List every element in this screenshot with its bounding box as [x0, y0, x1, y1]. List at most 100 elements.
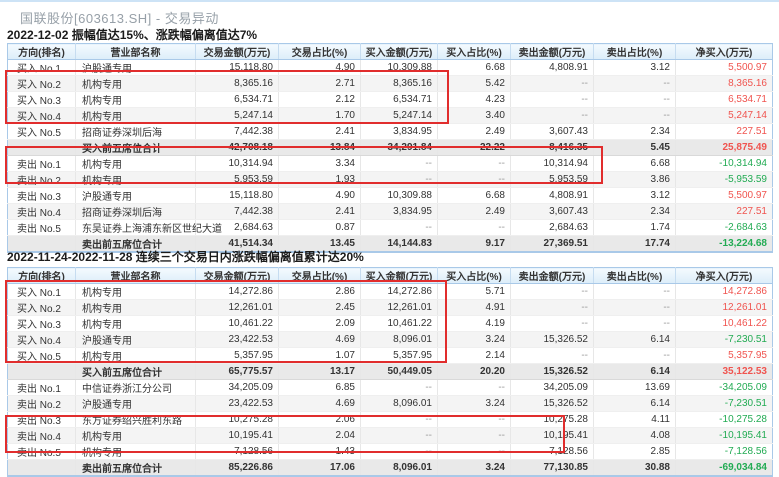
value-cell: 50,449.05 [361, 364, 438, 380]
net-buy-cell: -13,224.68 [676, 236, 773, 253]
net-buy-cell: 35,122.53 [676, 364, 773, 380]
value-cell: -- [511, 348, 594, 364]
value-cell: 77,130.85 [511, 460, 594, 477]
table-row: 卖出 No.4招商证券深圳后海7,442.382.413,834.952.493… [8, 204, 773, 220]
net-buy-cell: 12,261.01 [676, 300, 773, 316]
branch-name-cell: 中信证券浙江分公司 [76, 380, 196, 396]
value-cell: -- [511, 316, 594, 332]
value-cell: 3.24 [438, 460, 511, 477]
value-cell: 4.69 [279, 396, 361, 412]
value-cell: 6.14 [594, 396, 676, 412]
column-header: 买入占比(%) [438, 268, 511, 284]
value-cell: 13.17 [279, 364, 361, 380]
column-header: 卖出金额(万元) [511, 44, 594, 60]
value-cell: 85,226.86 [196, 460, 279, 477]
value-cell: 10,309.88 [361, 188, 438, 204]
value-cell: 2.49 [438, 124, 511, 140]
value-cell: -- [594, 76, 676, 92]
branch-name-cell: 沪股通专用 [76, 188, 196, 204]
value-cell: -- [594, 300, 676, 316]
value-cell: 6.85 [279, 380, 361, 396]
value-cell: 6.68 [594, 156, 676, 172]
value-cell: 4,808.91 [511, 188, 594, 204]
top-divider-bar [0, 0, 779, 2]
table-row: 卖出 No.2沪股通专用23,422.534.698,096.013.2415,… [8, 396, 773, 412]
value-cell: -- [594, 92, 676, 108]
direction-rank-cell [8, 364, 76, 380]
value-cell: 20.20 [438, 364, 511, 380]
net-buy-cell: 10,461.22 [676, 316, 773, 332]
net-buy-cell: -2,684.63 [676, 220, 773, 236]
column-header: 卖出占比(%) [594, 268, 676, 284]
value-cell: -- [361, 380, 438, 396]
total-row: 买入前五席位合计65,775.5713.1750,449.0520.2015,3… [8, 364, 773, 380]
highlight-box-table2-buy-rows-1-5 [5, 280, 447, 363]
net-buy-cell: -69,034.84 [676, 460, 773, 477]
highlight-box-table1-sell-rows-1-2 [5, 146, 603, 184]
value-cell: 23,422.53 [196, 396, 279, 412]
section-heading-2: 2022-11-24-2022-11-28 连续三个交易日内涨跌幅偏离值累计达2… [7, 248, 364, 265]
value-cell: 15,326.52 [511, 364, 594, 380]
net-buy-cell: 25,875.49 [676, 140, 773, 156]
net-buy-cell: -10,195.41 [676, 428, 773, 444]
column-header: 方向(排名) [8, 44, 76, 60]
value-cell: -- [511, 300, 594, 316]
value-cell: -- [438, 220, 511, 236]
value-cell: -- [511, 284, 594, 300]
value-cell: -- [438, 380, 511, 396]
value-cell: 15,326.52 [511, 396, 594, 412]
value-cell: 4,808.91 [511, 60, 594, 76]
value-cell: 3.24 [438, 332, 511, 348]
value-cell: 34,205.09 [196, 380, 279, 396]
highlight-box-table1-buy-rows-2-4 [5, 70, 449, 124]
net-buy-cell: -10,275.28 [676, 412, 773, 428]
value-cell: 17.06 [279, 460, 361, 477]
net-buy-cell: 8,365.16 [676, 76, 773, 92]
direction-rank-cell: 卖出 No.2 [8, 396, 76, 412]
total-row: 卖出前五席位合计85,226.8617.068,096.013.2477,130… [8, 460, 773, 477]
net-buy-cell: -10,314.94 [676, 156, 773, 172]
highlight-box-table2-sell-rows-4-5 [5, 415, 565, 453]
net-buy-cell: 6,534.71 [676, 92, 773, 108]
value-cell: 14,144.83 [361, 236, 438, 253]
table-row: 卖出 No.1中信证券浙江分公司34,205.096.85----34,205.… [8, 380, 773, 396]
value-cell: 7,442.38 [196, 204, 279, 220]
column-header: 买入占比(%) [438, 44, 511, 60]
column-header: 买入金额(万元) [361, 44, 438, 60]
value-cell: 9.17 [438, 236, 511, 253]
net-buy-cell: 227.51 [676, 204, 773, 220]
value-cell: -- [594, 108, 676, 124]
value-cell: 8,096.01 [361, 396, 438, 412]
direction-rank-cell: 卖出 No.1 [8, 380, 76, 396]
value-cell: 2.34 [594, 204, 676, 220]
value-cell: 4.11 [594, 412, 676, 428]
value-cell: 2,684.63 [511, 220, 594, 236]
value-cell: 15,326.52 [511, 332, 594, 348]
value-cell: 4.90 [279, 188, 361, 204]
table-row: 卖出 No.5东吴证券上海浦东新区世纪大道2,684.630.87----2,6… [8, 220, 773, 236]
net-buy-cell: 5,500.97 [676, 60, 773, 76]
value-cell: 0.87 [279, 220, 361, 236]
value-cell: 3,834.95 [361, 124, 438, 140]
value-cell: -- [594, 348, 676, 364]
column-header: 卖出占比(%) [594, 44, 676, 60]
value-cell: 3.12 [594, 60, 676, 76]
net-buy-cell: -34,205.09 [676, 380, 773, 396]
value-cell: 4.19 [438, 316, 511, 332]
value-cell: 6.14 [594, 332, 676, 348]
direction-rank-cell: 卖出 No.5 [8, 220, 76, 236]
value-cell: 3,834.95 [361, 204, 438, 220]
net-buy-cell: -7,128.56 [676, 444, 773, 460]
value-cell: 2.41 [279, 204, 361, 220]
direction-rank-cell: 买入 No.5 [8, 124, 76, 140]
section-heading-1: 2022-12-02 振幅值达15%、涨跌幅偏离值达7% [7, 26, 257, 43]
value-cell: 17.74 [594, 236, 676, 253]
value-cell: 4.91 [438, 300, 511, 316]
branch-name-cell: 沪股通专用 [76, 396, 196, 412]
value-cell: 6.14 [594, 364, 676, 380]
branch-name-cell: 卖出前五席位合计 [76, 460, 196, 477]
value-cell: -- [511, 76, 594, 92]
page-title: 国联股份[603613.SH] - 交易异动 [20, 8, 219, 27]
column-header: 交易金额(万元) [196, 44, 279, 60]
net-buy-cell: 5,357.95 [676, 348, 773, 364]
